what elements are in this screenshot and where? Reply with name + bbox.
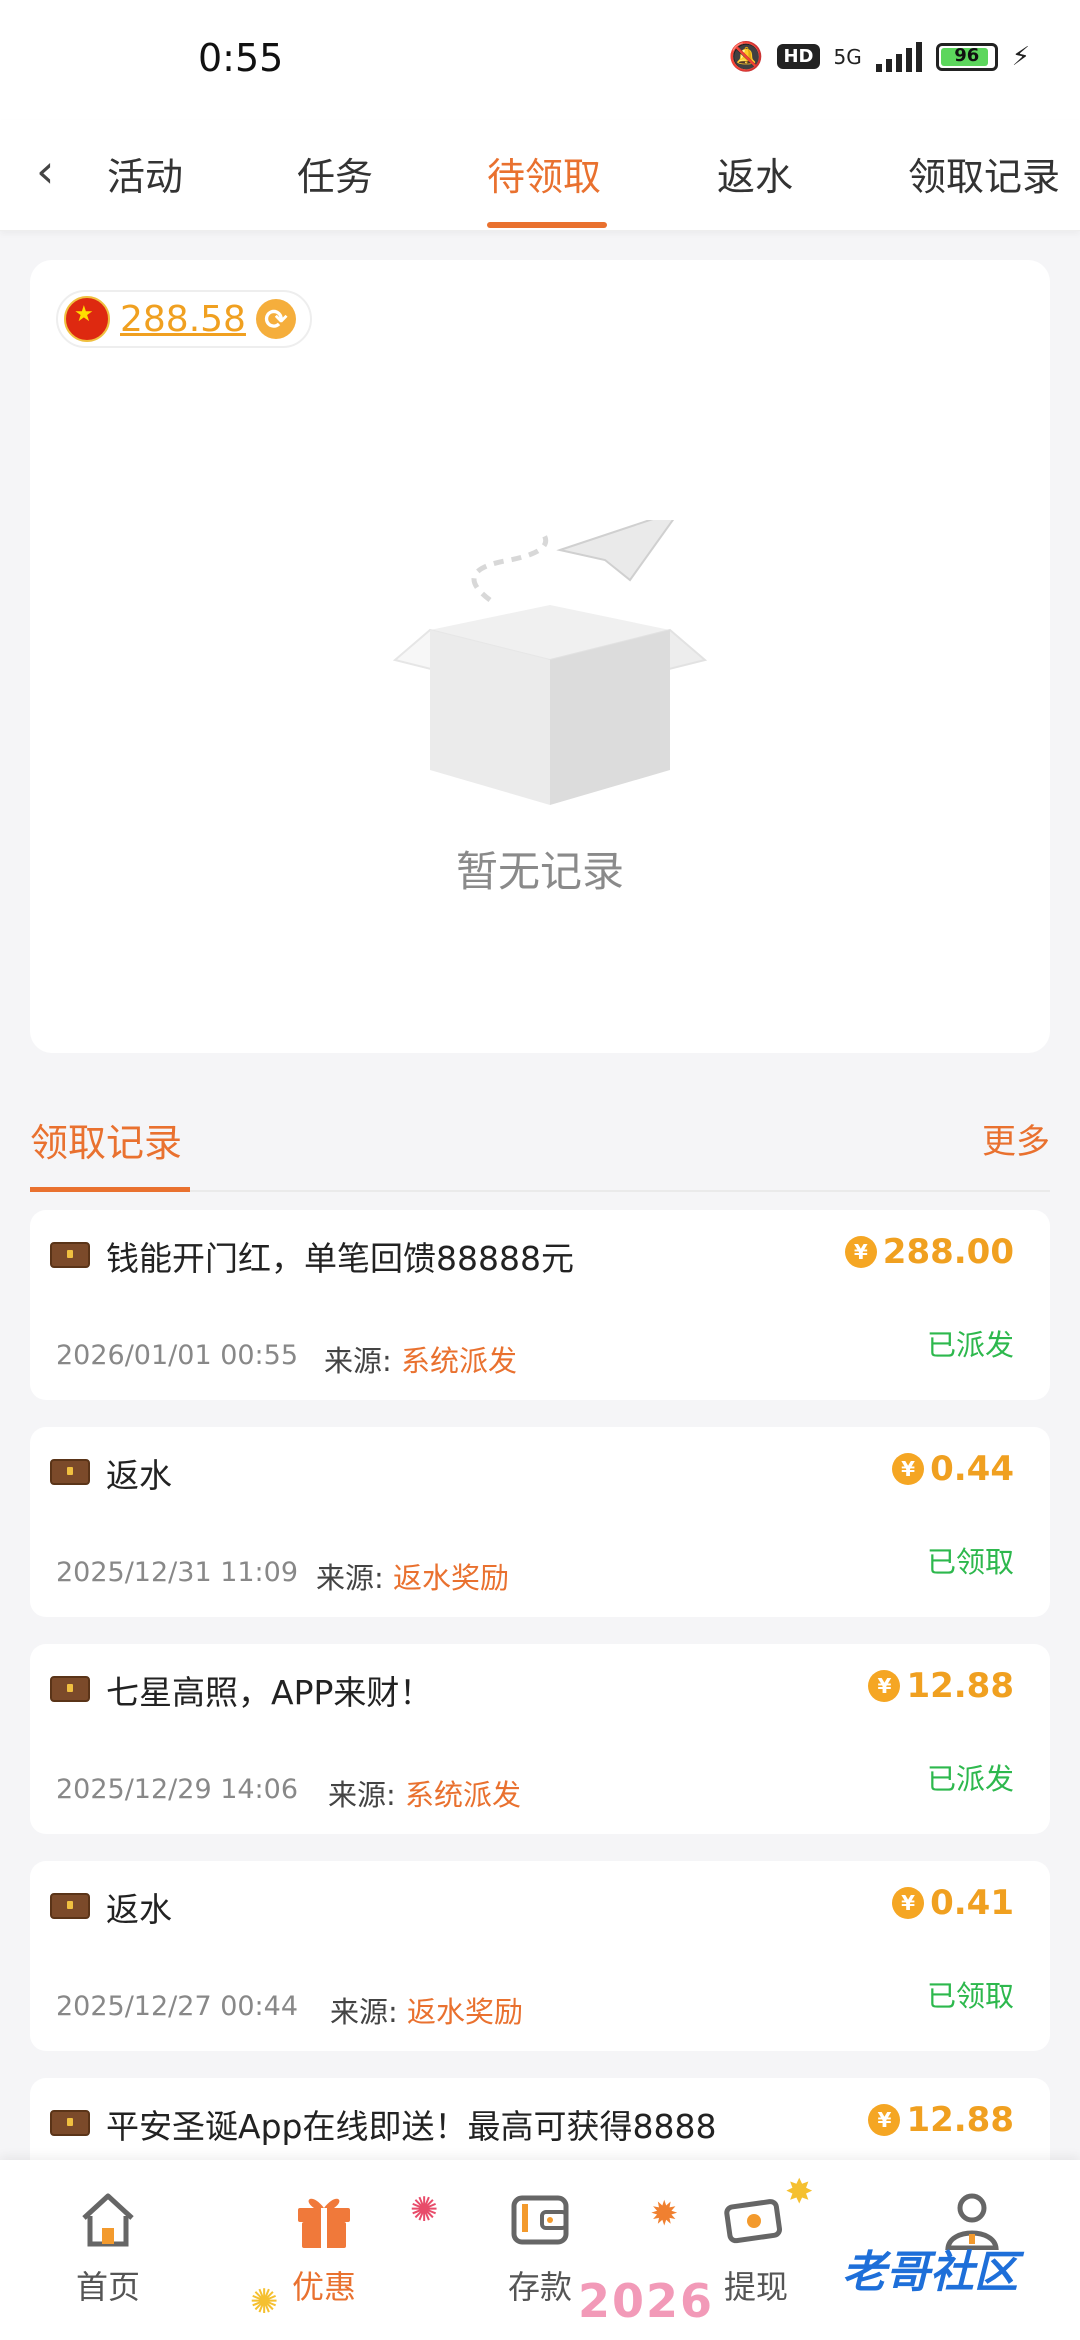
tab-activity[interactable]: 活动	[107, 146, 183, 201]
source-label: 来源:	[330, 1995, 398, 2029]
record-date: 2025/12/27 00:44	[56, 1991, 299, 2022]
active-tab-indicator	[487, 222, 607, 228]
record-status: 已派发	[926, 1762, 1014, 1796]
source-label: 来源:	[316, 1561, 384, 1595]
list-item[interactable]: 钱能开门红，单笔回馈88888元 ¥ 288.00 2026/01/01 00:…	[30, 1210, 1050, 1400]
year-text: 2026	[578, 2274, 715, 2328]
record-source: 来源: 系统派发	[328, 1772, 521, 1814]
balance-pill[interactable]: ★ 288.58 ⟳	[56, 290, 312, 348]
firework-icon: ✺	[250, 2282, 279, 2322]
record-title: 返水	[106, 1890, 172, 1929]
network-type-label: 5G	[833, 44, 862, 69]
record-date: 2025/12/31 11:09	[56, 1557, 299, 1588]
record-amount: ¥ 288.00	[844, 1232, 1014, 1272]
more-link[interactable]: 更多	[982, 1114, 1050, 1163]
list-item[interactable]: 七星高照，APP来财！ ¥ 12.88 2025/12/29 14:06 来源:…	[30, 1644, 1050, 1834]
record-status: 已领取	[926, 1545, 1014, 1579]
record-title: 平安圣诞App在线即送！最高可获得8888	[106, 2107, 717, 2146]
list-item[interactable]: 返水 ¥ 0.44 2025/12/31 11:09 来源: 返水奖励 已领取	[30, 1427, 1050, 1617]
yen-coin-icon: ¥	[868, 2104, 901, 2136]
amount-value: 12.88	[906, 1666, 1014, 1706]
amount-value: 12.88	[906, 2100, 1014, 2140]
signal-icon	[875, 41, 922, 72]
amount-value: 0.44	[930, 1449, 1014, 1489]
record-status: 已领取	[926, 1979, 1014, 2013]
firework-icon: ✸	[785, 2172, 814, 2212]
yen-coin-icon: ¥	[868, 1670, 901, 1702]
balance-amount[interactable]: 288.58	[120, 299, 246, 340]
battery-icon: 96	[935, 42, 998, 71]
source-value: 返水奖励	[407, 1995, 524, 2029]
empty-state-text: 暂无记录	[455, 847, 624, 896]
source-value: 系统派发	[401, 1344, 518, 1378]
record-source: 来源: 返水奖励	[330, 1989, 523, 2031]
yen-coin-icon: ¥	[844, 1236, 877, 1268]
record-status: 已派发	[926, 1328, 1014, 1362]
amount-value: 288.00	[882, 1232, 1014, 1272]
record-amount: ¥ 0.44	[892, 1449, 1014, 1489]
year-decoration: 2026	[578, 2274, 714, 2328]
chest-icon	[50, 1459, 90, 1485]
hd-icon: HD	[777, 44, 820, 69]
chest-icon	[50, 1893, 90, 1919]
list-item[interactable]: 返水 ¥ 0.41 2025/12/27 00:44 来源: 返水奖励 已领取	[30, 1861, 1050, 2051]
source-value: 返水奖励	[393, 1561, 510, 1595]
wallet-icon	[511, 2195, 569, 2245]
status-bar: 0:55 🔕 HD 5G 96 ⚡	[0, 0, 1080, 120]
section-title-underline	[30, 1187, 190, 1192]
amount-value: 0.41	[930, 1883, 1014, 1923]
status-time: 0:55	[198, 36, 284, 80]
record-amount: ¥ 0.41	[892, 1883, 1014, 1923]
gift-icon	[298, 2198, 350, 2248]
record-amount: ¥ 12.88	[868, 2100, 1014, 2140]
top-tab-bar: ‹ 活动 任务 待领取 返水 领取记录	[0, 120, 1080, 231]
firework-icon: ✺	[410, 2190, 439, 2230]
record-source: 来源: 返水奖励	[316, 1555, 509, 1597]
source-label: 来源:	[324, 1344, 392, 1378]
record-title: 返水	[106, 1456, 172, 1495]
china-flag-icon: ★	[64, 296, 110, 342]
mute-icon: 🔕	[728, 40, 764, 73]
chest-icon	[50, 1676, 90, 1702]
battery-level: 96	[954, 44, 980, 66]
tab-records[interactable]: 领取记录	[908, 146, 1060, 201]
record-date: 2026/01/01 00:55	[56, 1340, 299, 1371]
tab-rebate[interactable]: 返水	[717, 146, 793, 201]
back-arrow-icon[interactable]: ‹	[36, 144, 54, 198]
empty-box-icon	[392, 520, 708, 805]
yen-coin-icon: ¥	[892, 1887, 925, 1919]
refresh-icon[interactable]: ⟳	[255, 299, 296, 339]
pending-card: ★ 288.58 ⟳ 暂无记录	[30, 260, 1050, 1053]
record-amount: ¥ 12.88	[868, 1666, 1014, 1706]
section-title: 领取记录	[30, 1121, 183, 1165]
source-value: 系统派发	[405, 1778, 522, 1812]
firework-icon: ✹	[650, 2194, 679, 2234]
home-icon	[82, 2193, 134, 2247]
source-label: 来源:	[328, 1778, 396, 1812]
yen-coin-icon: ¥	[892, 1453, 925, 1485]
records-section-header: 领取记录 更多	[30, 1100, 1050, 1192]
record-source: 来源: 系统派发	[324, 1338, 517, 1380]
nav-home-label: 首页	[75, 2268, 140, 2306]
chest-icon	[50, 1242, 90, 1268]
charging-icon: ⚡	[1011, 41, 1030, 72]
nav-home[interactable]: 首页	[38, 2190, 178, 2308]
chest-icon	[50, 2110, 90, 2136]
watermark-logo: 老哥社区	[842, 2247, 1018, 2298]
record-title: 七星高照，APP来财！	[106, 1673, 433, 1712]
tab-pending[interactable]: 待领取	[487, 146, 601, 201]
record-title: 钱能开门红，单笔回馈88888元	[106, 1239, 574, 1278]
cash-icon	[724, 2199, 782, 2244]
status-icons: 🔕 HD 5G 96 ⚡	[729, 40, 1030, 73]
record-date: 2025/12/29 14:06	[56, 1774, 299, 1805]
tab-task[interactable]: 任务	[297, 146, 373, 201]
